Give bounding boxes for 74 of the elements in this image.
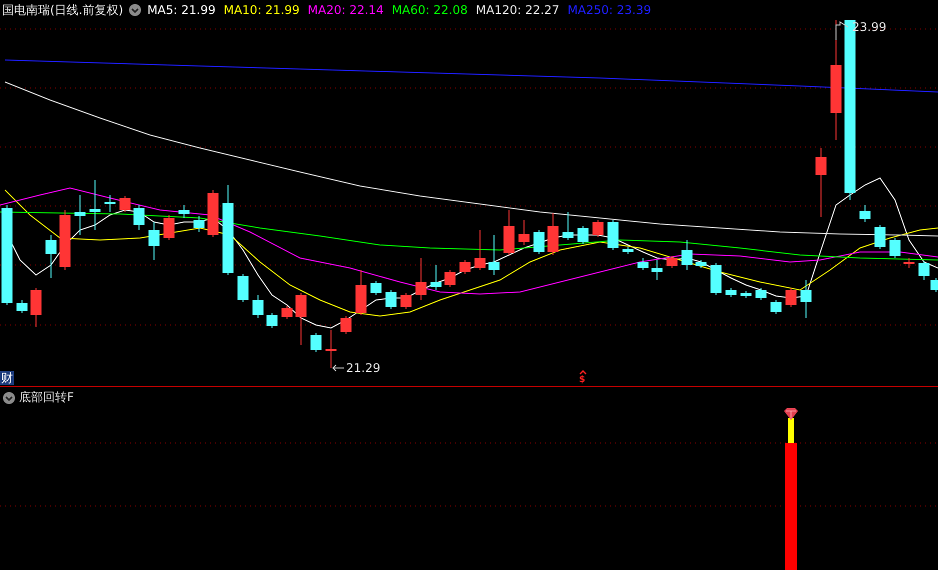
ma-legend: MA20: 22.14 — [308, 3, 384, 17]
candlestick — [194, 216, 204, 232]
indicator-title: 底部回转F — [19, 389, 74, 406]
candlestick — [874, 224, 886, 250]
dropdown-icon[interactable] — [3, 392, 15, 404]
candlestick — [326, 330, 336, 368]
candlestick — [252, 294, 264, 318]
candlestick — [740, 290, 752, 298]
candlestick — [46, 234, 56, 278]
ma-legend: MA60: 22.08 — [392, 3, 468, 17]
candlestick — [282, 306, 292, 320]
candlestick — [60, 210, 70, 270]
candlestick — [904, 258, 914, 268]
candlestick — [592, 220, 604, 238]
candlestick — [74, 194, 86, 236]
candlestick — [816, 148, 826, 218]
candlestick — [608, 220, 618, 250]
ma-legend: MA10: 21.99 — [224, 3, 300, 17]
arrow-icon — [332, 364, 344, 372]
candlestick — [430, 264, 442, 290]
candlestick — [444, 270, 456, 288]
candlestick — [518, 220, 530, 246]
candlestick — [682, 240, 692, 270]
candlestick — [534, 230, 544, 254]
candlestick — [696, 260, 706, 268]
candlestick — [164, 214, 174, 240]
candlestick — [504, 210, 514, 256]
candlestick — [562, 212, 574, 240]
candlestick — [460, 260, 470, 274]
candlestick — [786, 288, 796, 308]
candlestick — [30, 288, 42, 328]
candlestick — [756, 288, 766, 300]
candlestick — [120, 196, 130, 212]
candlestick — [638, 258, 648, 270]
candlestick — [266, 312, 278, 328]
candlestick — [726, 288, 736, 298]
candlestick — [578, 226, 588, 244]
candlestick — [296, 292, 306, 346]
candlestick — [860, 204, 870, 222]
candlestick — [208, 190, 218, 238]
caret-icon — [580, 370, 586, 374]
ma-legend: MA250: 23.39 — [567, 3, 652, 17]
finance-badge[interactable]: 财 — [0, 371, 14, 385]
low-price-label: 21.29 — [346, 361, 380, 375]
candlestick — [770, 300, 782, 314]
candlestick — [474, 230, 486, 270]
candlestick — [238, 274, 248, 302]
candlestick — [178, 204, 190, 218]
candlestick — [666, 256, 678, 268]
candlestick — [652, 260, 662, 280]
candlestick — [90, 180, 100, 230]
candlestick — [134, 204, 144, 230]
candlestick — [800, 280, 812, 318]
ma-legend: MA120: 22.27 — [476, 3, 560, 17]
candlestick — [488, 234, 500, 276]
candlestick — [416, 258, 426, 300]
candlestick — [890, 238, 900, 258]
stock-title: 国电南瑞(日线.前复权) — [2, 2, 124, 18]
candlestick — [104, 194, 116, 212]
candlestick — [400, 292, 412, 310]
candlestick — [386, 290, 396, 310]
ma-legend: MA5: 21.99 — [147, 3, 216, 17]
candlestick — [710, 262, 722, 296]
candlestick — [16, 300, 28, 314]
candlestick — [548, 212, 558, 256]
dropdown-icon[interactable] — [129, 4, 142, 16]
candlestick — [356, 270, 366, 316]
diamond-icon — [784, 408, 798, 420]
candlestick — [622, 246, 634, 254]
candlestick — [148, 222, 160, 260]
candlestick — [310, 332, 322, 352]
candlestick — [340, 316, 352, 334]
signal-marker: $ — [579, 375, 586, 385]
candlestick — [370, 280, 382, 296]
